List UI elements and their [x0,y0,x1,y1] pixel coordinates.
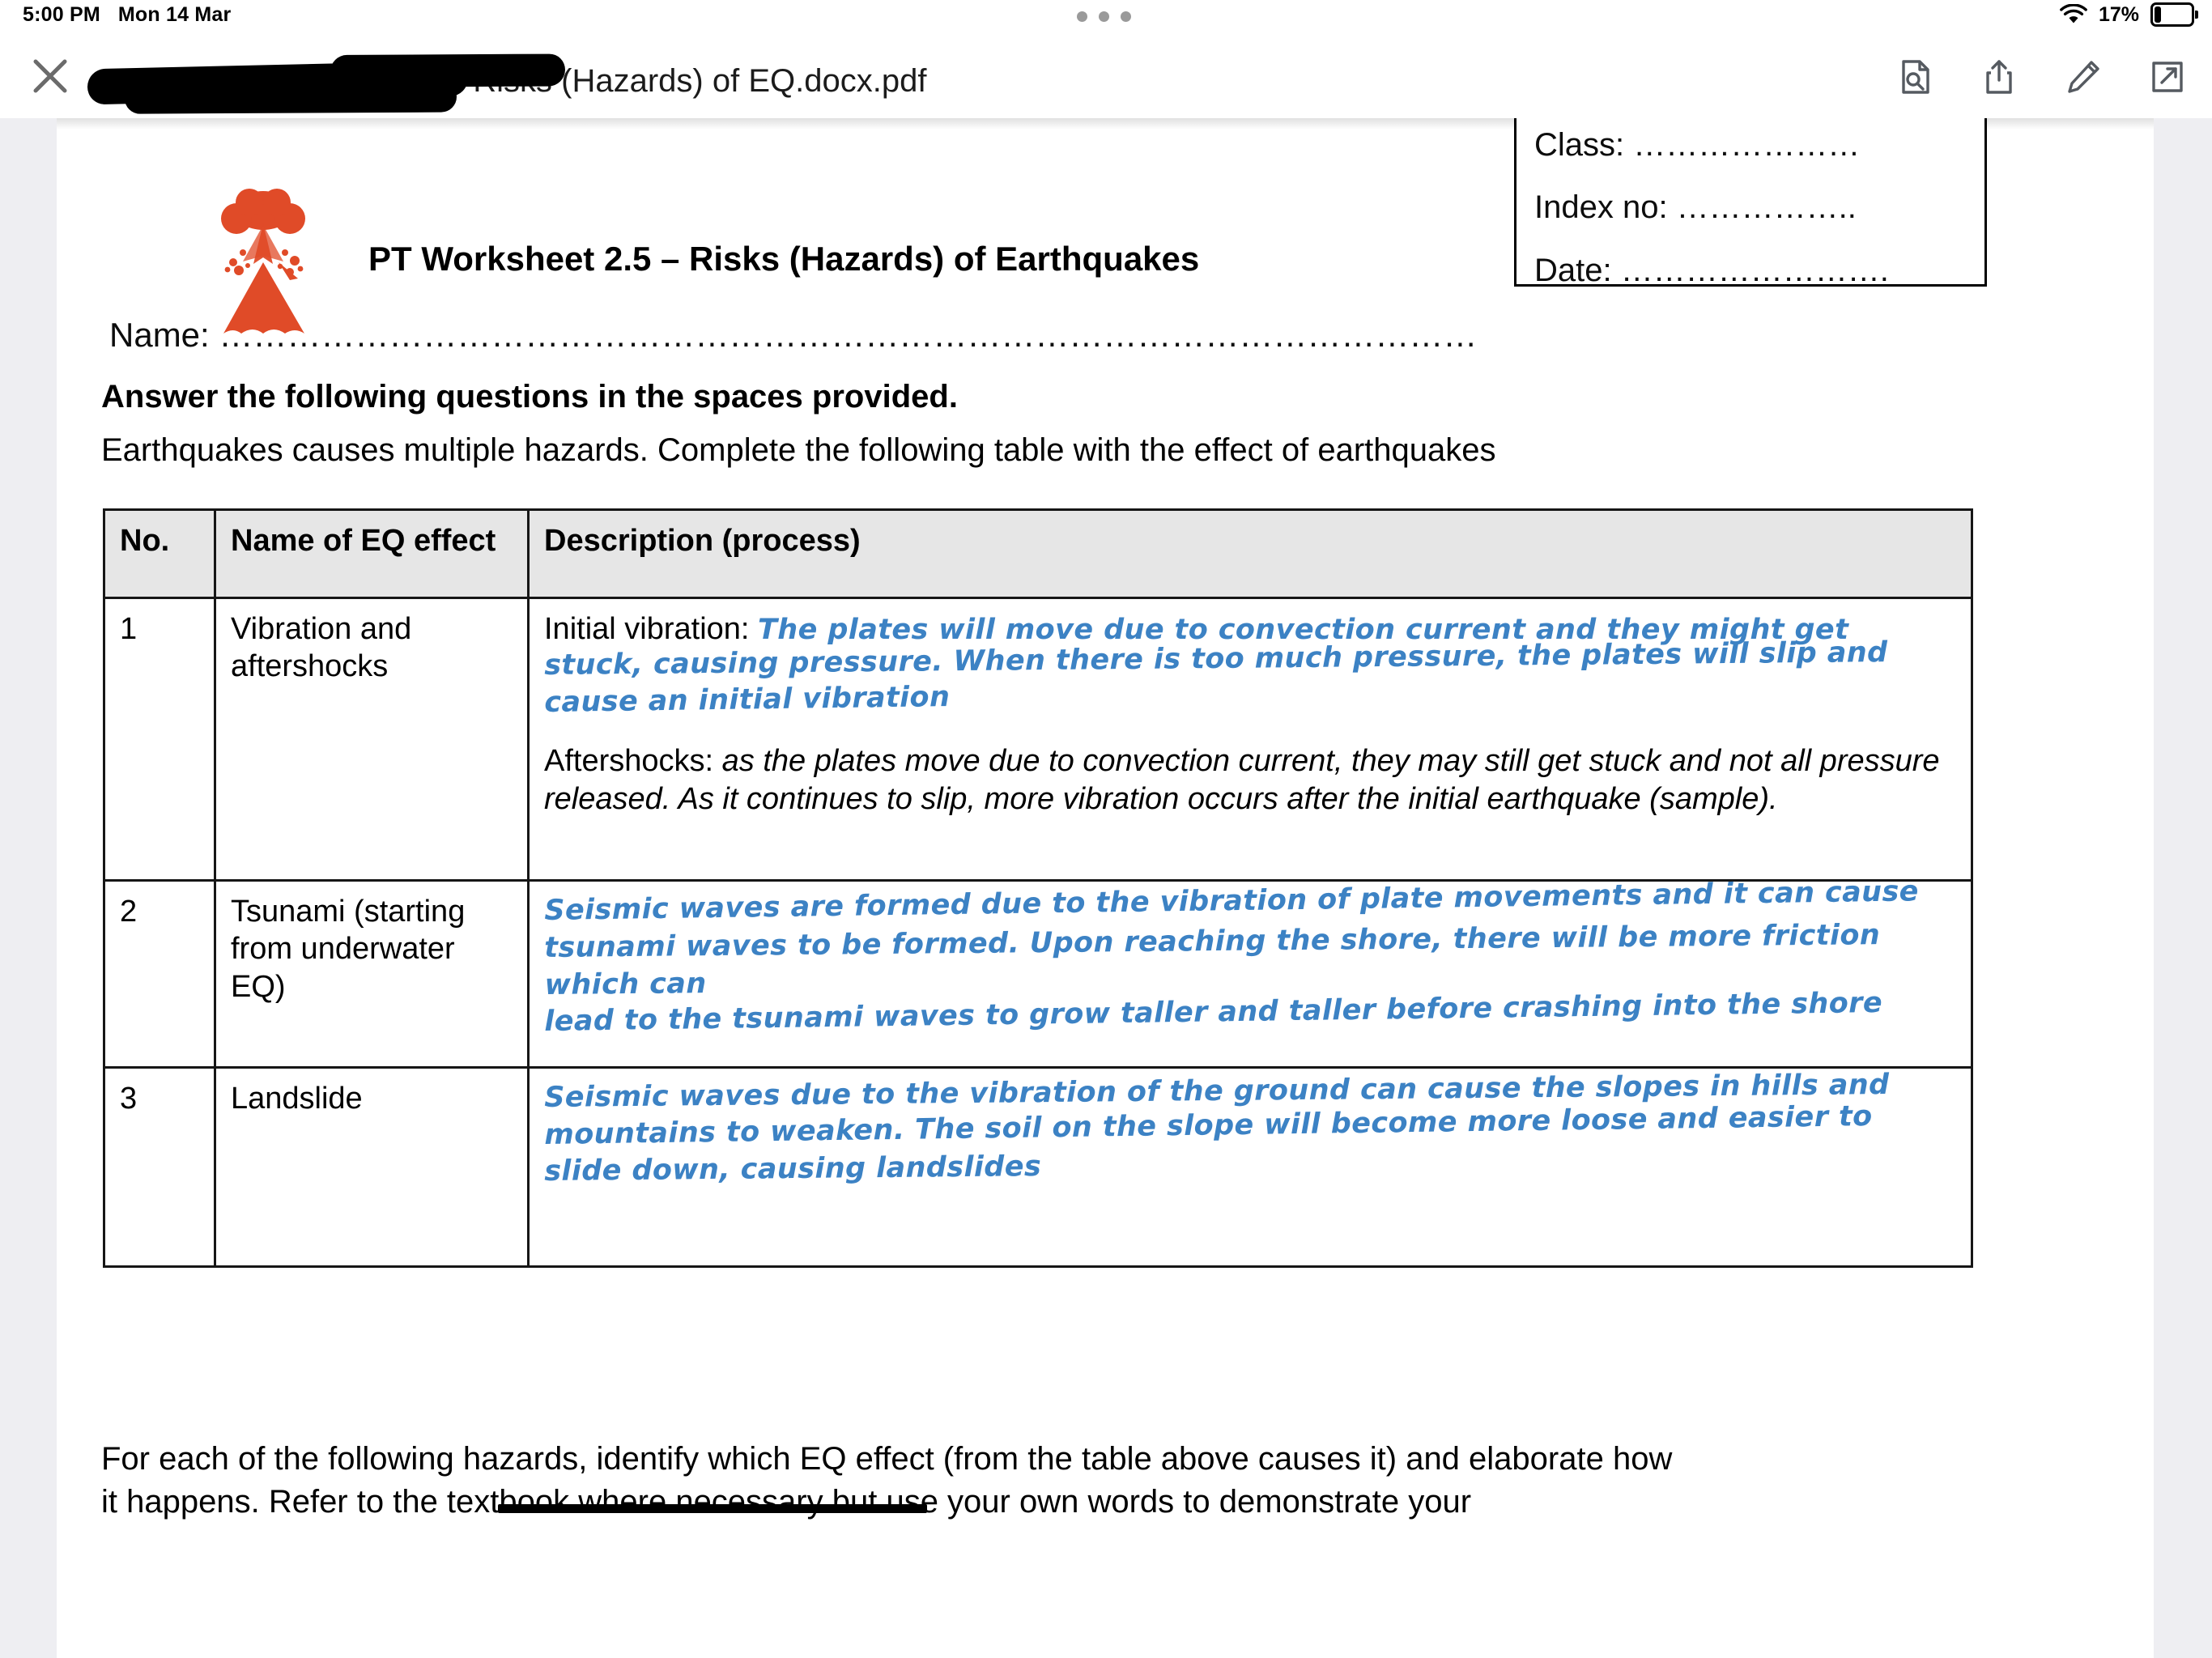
share-icon[interactable] [1980,58,2018,96]
row-number: 1 [103,597,216,882]
column-header-no: No. [103,508,216,599]
closing-line-1: For each of the following hazards, ident… [101,1441,1673,1477]
handle-dot [1077,11,1087,22]
handle-dot [1121,11,1131,22]
date-field[interactable]: Date: ……………………. [1534,253,1889,289]
open-in-new-icon[interactable] [2149,58,2186,96]
battery-fill [2155,6,2161,23]
class-field[interactable]: Class: ………………… [1534,127,1860,164]
strikethrough-mark [498,1504,927,1513]
row-effect-name: Vibration and aftershocks [214,597,530,882]
column-header-name: Name of EQ effect [214,508,530,599]
status-time: 5:00 PM [23,3,100,26]
row-description[interactable]: Initial vibration: The plates will move … [527,597,1973,882]
document-search-icon[interactable] [1896,58,1933,96]
eq-effects-table: No. Name of EQ effect Description (proce… [103,508,1973,1268]
table-row: 2 Tsunami (starting from underwater EQ) … [103,875,1973,1069]
wifi-icon [2060,3,2087,25]
pdf-page-sheet[interactable]: PT Worksheet 2.5 – Risks (Hazards) of Ea… [57,118,2154,1658]
aftershocks-paragraph: Aftershocks: as the plates move due to c… [544,742,1958,818]
table-row: 3 Landslide Seismic waves due to the vib… [103,1066,1973,1268]
markup-pencil-icon[interactable] [2065,58,2102,96]
name-field[interactable]: Name: …………………………………………………………………………………………… [109,316,1477,355]
row-description[interactable]: Seismic waves are formed due to the vibr… [527,875,1973,1069]
status-bar-left: 5:00 PM Mon 14 Mar [23,3,231,27]
row-number: 3 [103,1066,216,1268]
row-effect-name: Landslide [214,1066,530,1268]
status-date: Mon 14 Mar [117,3,232,26]
initial-vibration-label: Initial vibration: [544,612,750,646]
closing-paragraph: For each of the following hazards, ident… [101,1438,1980,1524]
handle-dot [1099,11,1109,22]
status-bar-right: 17% [2060,2,2198,27]
table-header-row: No. Name of EQ effect Description (proce… [103,508,1973,599]
aftershocks-label: Aftershocks: [544,744,714,779]
battery-icon [2150,2,2198,27]
row-number: 2 [103,879,216,1069]
class-info-box: Class: ………………… Index no: …………….. Date: …… [1514,118,1987,289]
close-icon[interactable] [28,53,73,99]
row-description[interactable]: Seismic waves due to the vibration of th… [527,1066,1973,1268]
aftershocks-text: as the plates move due to convection cur… [544,744,1940,816]
battery-percent: 17% [2098,2,2139,26]
row-effect-name: Tsunami (starting from underwater EQ) [214,879,530,1069]
multitask-handle-icon[interactable] [1077,11,1131,22]
instruction-text: Answer the following questions in the sp… [101,379,958,414]
toolbar-actions [1896,58,2186,96]
column-header-description: Description (process) [527,508,1973,599]
lead-in-text: Earthquakes causes multiple hazards. Com… [101,432,1496,468]
worksheet-content: PT Worksheet 2.5 – Risks (Hazards) of Ea… [57,118,2154,1658]
ios-status-bar: 5:00 PM Mon 14 Mar 17% [0,0,2212,32]
table-row: 1 Vibration and aftershocks Initial vibr… [103,597,1973,882]
index-no-field[interactable]: Index no: …………….. [1534,189,1857,226]
closing-line-2: it happens. Refer to the textbook where … [101,1484,1472,1520]
redaction-mark [87,60,468,105]
pdf-viewer-toolbar: ass) - PT Worksheet 2.5 – Risks (Hazards… [0,32,2212,118]
worksheet-title: PT Worksheet 2.5 – Risks (Hazards) of Ea… [368,240,1200,278]
